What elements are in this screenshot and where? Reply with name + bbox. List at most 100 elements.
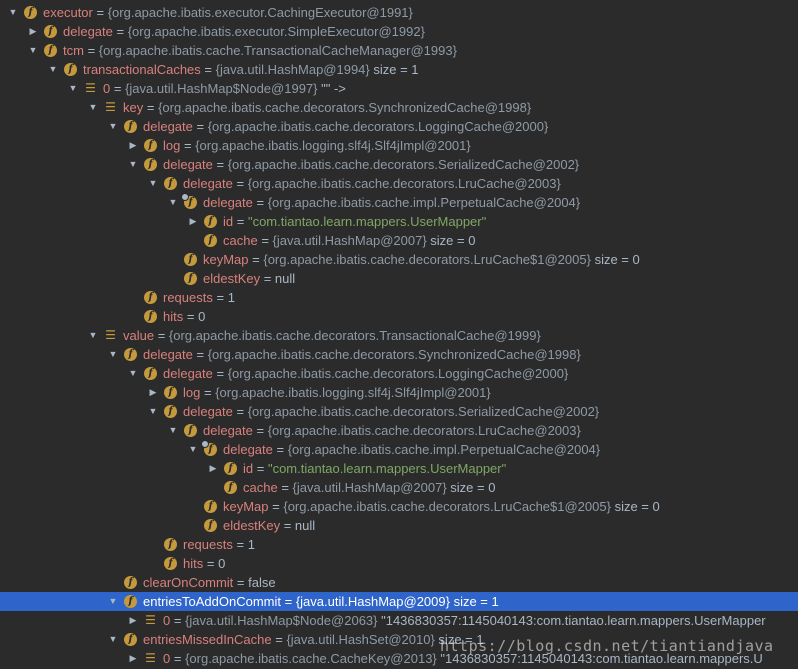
tree-row[interactable]: ▼ f delegate = {org.apache.ibatis.cache.de… xyxy=(0,402,798,421)
tree-row[interactable]: f hits = 0 xyxy=(0,554,798,573)
equals-sign: = xyxy=(212,157,228,172)
field-icon: f xyxy=(64,63,77,76)
tree-row[interactable]: ▼ f delegate = {org.apache.ibatis.cache.de… xyxy=(0,155,798,174)
tree-row[interactable]: ▼ f delegate = {org.apache.ibatis.cache.im… xyxy=(0,440,798,459)
variable-value: {org.apache.ibatis.cache.TransactionalCa… xyxy=(98,43,457,58)
variable-value: {org.apache.ibatis.logging.slf4j.Slf4jIm… xyxy=(195,138,471,153)
entry-list-icon: ☰ xyxy=(85,81,96,95)
expand-arrow-icon[interactable]: ▶ xyxy=(127,649,139,668)
collapse-arrow-icon[interactable]: ▼ xyxy=(107,592,119,611)
equals-sign: = xyxy=(277,480,293,495)
tree-row[interactable]: ▼ f executor = {org.apache.ibatis.executor… xyxy=(0,3,798,22)
tree-row[interactable]: ▼ f delegate = {org.apache.ibatis.cache.de… xyxy=(0,364,798,383)
equals-sign: = xyxy=(212,366,228,381)
collapse-arrow-icon[interactable]: ▼ xyxy=(147,174,159,193)
tree-row[interactable]: ▼ ☰ 0 = {java.util.HashMap$Node@1997} "" -… xyxy=(0,79,798,98)
tree-row[interactable]: f hits = 0 xyxy=(0,307,798,326)
tree-row[interactable]: ▶ ☰ 0 = {java.util.HashMap$Node@2063} "143… xyxy=(0,611,798,630)
collapse-arrow-icon[interactable]: ▼ xyxy=(187,440,199,459)
equals-sign: = xyxy=(232,537,248,552)
variable-value: {java.util.HashMap@1994} xyxy=(215,62,370,77)
tree-row[interactable]: ▼ f entriesToAddOnCommit = {java.util.Hash… xyxy=(0,592,798,611)
tree-row[interactable]: ▶ f id = "com.tiantao.learn.mappers.UserMa… xyxy=(0,212,798,231)
field-icon: f xyxy=(124,576,137,589)
collapse-arrow-icon[interactable]: ▼ xyxy=(167,193,179,212)
tree-row[interactable]: f requests = 1 xyxy=(0,535,798,554)
tree-row[interactable]: f clearOnCommit = false xyxy=(0,573,798,592)
variable-value: {org.apache.ibatis.cache.impl.PerpetualC… xyxy=(267,195,581,210)
equals-sign: = xyxy=(183,309,199,324)
collapse-arrow-icon[interactable]: ▼ xyxy=(167,421,179,440)
tree-row[interactable]: f keyMap = {org.apache.ibatis.cache.decor… xyxy=(0,497,798,516)
variable-name: entriesMissedInCache xyxy=(143,632,272,647)
tree-row[interactable]: ▼ f tcm = {org.apache.ibatis.cache.Transac… xyxy=(0,41,798,60)
field-icon: f xyxy=(144,291,157,304)
tree-row-text: executor = {org.apache.ibatis.executor.C… xyxy=(43,3,413,22)
collapse-arrow-icon[interactable]: ▼ xyxy=(87,326,99,345)
tree-row[interactable]: ▼ ☰ key = {org.apache.ibatis.cache.decorat… xyxy=(0,98,798,117)
collapse-arrow-icon[interactable]: ▼ xyxy=(107,345,119,364)
variable-value: "com.tiantao.learn.mappers.UserMapper" xyxy=(247,214,487,229)
tree-row[interactable]: f cache = {java.util.HashMap@2007} size =… xyxy=(0,231,798,250)
variable-name: delegate xyxy=(183,176,233,191)
tree-row-text: 0 = {java.util.HashMap$Node@1997} "" -> xyxy=(103,79,346,98)
tree-row[interactable]: f cache = {java.util.HashMap@2007} size =… xyxy=(0,478,798,497)
collapse-arrow-icon[interactable]: ▼ xyxy=(47,60,59,79)
collapse-arrow-icon[interactable]: ▼ xyxy=(127,364,139,383)
tree-row[interactable]: ▼ ☰ value = {org.apache.ibatis.cache.decor… xyxy=(0,326,798,345)
equals-sign: = xyxy=(257,233,273,248)
tree-row[interactable]: f keyMap = {org.apache.ibatis.cache.decor… xyxy=(0,250,798,269)
field-icon: f xyxy=(124,348,137,361)
tree-row[interactable]: ▶ f id = "com.tiantao.learn.mappers.UserMa… xyxy=(0,459,798,478)
collapse-arrow-icon[interactable]: ▼ xyxy=(87,98,99,117)
variable-name: delegate xyxy=(63,24,113,39)
tree-row[interactable]: ▼ f transactionalCaches = {java.util.HashM… xyxy=(0,60,798,79)
tree-row[interactable]: f eldestKey = null xyxy=(0,269,798,288)
tree-row[interactable]: f eldestKey = null xyxy=(0,516,798,535)
variable-value: {java.util.HashMap$Node@2063} xyxy=(185,613,378,628)
entry-list-icon: ☰ xyxy=(105,100,116,114)
expand-arrow-icon[interactable]: ▶ xyxy=(127,611,139,630)
collapse-arrow-icon[interactable]: ▼ xyxy=(67,79,79,98)
variable-name: eldestKey xyxy=(203,271,261,286)
variable-value: {org.apache.ibatis.cache.CacheKey@2013} xyxy=(185,651,437,666)
variable-value: {org.apache.ibatis.cache.decorators.Logg… xyxy=(207,119,549,134)
collapse-arrow-icon[interactable]: ▼ xyxy=(127,155,139,174)
collapse-arrow-icon[interactable]: ▼ xyxy=(147,402,159,421)
variable-value: {org.apache.ibatis.cache.decorators.Seri… xyxy=(227,157,580,172)
equals-sign: = xyxy=(200,385,216,400)
tree-row-text: id = "com.tiantao.learn.mappers.UserMapp… xyxy=(243,459,506,478)
tree-row-text: delegate = {org.apache.ibatis.cache.deco… xyxy=(203,421,581,440)
tree-row[interactable]: ▶ f delegate = {org.apache.ibatis.executor… xyxy=(0,22,798,41)
equals-sign: = xyxy=(92,5,108,20)
field-icon: f xyxy=(44,44,57,57)
tree-row[interactable]: ▶ f log = {org.apache.ibatis.logging.slf4j… xyxy=(0,383,798,402)
variable-name: cache xyxy=(243,480,278,495)
variable-name: hits xyxy=(163,309,184,324)
tree-row[interactable]: ▼ f delegate = {org.apache.ibatis.cache.de… xyxy=(0,174,798,193)
expand-arrow-icon[interactable]: ▶ xyxy=(187,212,199,231)
equals-sign: = xyxy=(170,651,186,666)
tree-row[interactable]: ▶ f log = {org.apache.ibatis.logging.slf4j… xyxy=(0,136,798,155)
variable-value: {org.apache.ibatis.cache.decorators.Sync… xyxy=(207,347,581,362)
tree-row-text: delegate = {org.apache.ibatis.cache.deco… xyxy=(143,345,581,364)
expand-arrow-icon[interactable]: ▶ xyxy=(147,383,159,402)
tree-row[interactable]: f requests = 1 xyxy=(0,288,798,307)
collapse-arrow-icon[interactable]: ▼ xyxy=(7,3,19,22)
expand-arrow-icon[interactable]: ▶ xyxy=(207,459,219,478)
collapse-arrow-icon[interactable]: ▼ xyxy=(27,41,39,60)
tree-row[interactable]: ▼ f delegate = {org.apache.ibatis.cache.im… xyxy=(0,193,798,212)
tree-row[interactable]: ▼ f delegate = {org.apache.ibatis.cache.de… xyxy=(0,345,798,364)
tree-row[interactable]: ▼ f delegate = {org.apache.ibatis.cache.de… xyxy=(0,117,798,136)
expand-arrow-icon[interactable]: ▶ xyxy=(127,136,139,155)
variable-value: {org.apache.ibatis.executor.CachingExecu… xyxy=(107,5,413,20)
expand-arrow-icon[interactable]: ▶ xyxy=(27,22,39,41)
variable-extra: size = 0 xyxy=(426,233,476,248)
collapse-arrow-icon[interactable]: ▼ xyxy=(107,630,119,649)
equals-sign: = xyxy=(272,442,288,457)
entry-list-icon: ☰ xyxy=(145,651,156,665)
collapse-arrow-icon[interactable]: ▼ xyxy=(107,117,119,136)
variable-name: delegate xyxy=(163,366,213,381)
equals-sign: = xyxy=(192,347,208,362)
tree-row[interactable]: ▼ f delegate = {org.apache.ibatis.cache.de… xyxy=(0,421,798,440)
